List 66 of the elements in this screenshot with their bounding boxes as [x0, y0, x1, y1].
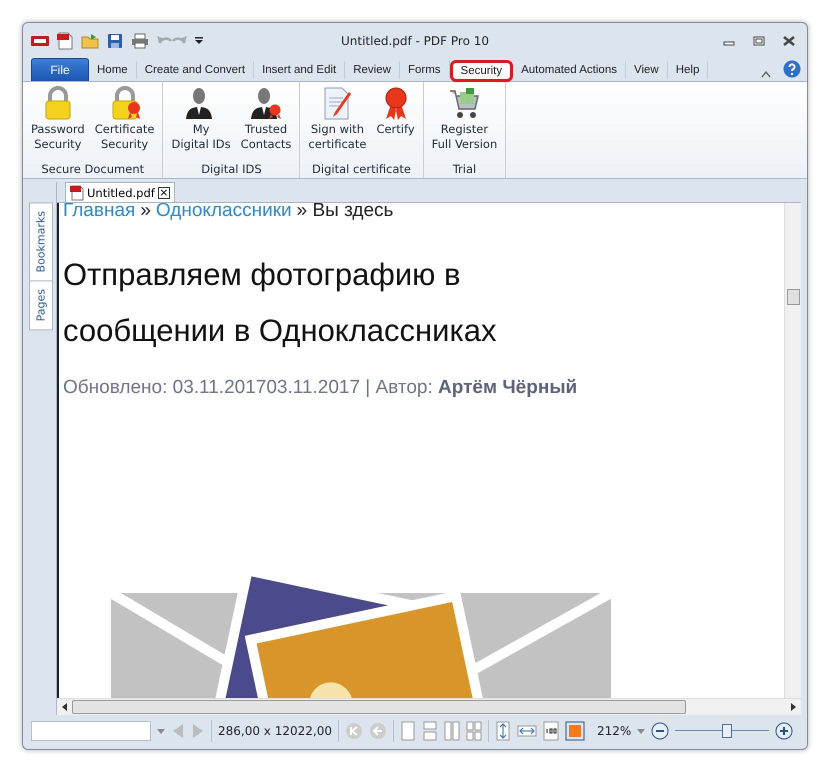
- article-meta: Обновлено: 03.11.201703.11.2017 | Автор: Артём Чёрный: [63, 377, 578, 399]
- ribbon-tab[interactable]: Security: [450, 60, 514, 82]
- save-icon[interactable]: [107, 32, 123, 48]
- ribbon-tab[interactable]: Help: [668, 61, 708, 79]
- vertical-scrollbar[interactable]: [784, 203, 801, 698]
- zoom-out-icon[interactable]: [651, 722, 670, 740]
- single-page-icon[interactable]: [400, 721, 416, 741]
- document-tab[interactable]: Untitled.pdf ×: [65, 182, 175, 202]
- breadcrumb-text: » Вы здесь: [296, 203, 394, 221]
- zoom-slider[interactable]: [675, 721, 770, 741]
- collapse-ribbon-icon[interactable]: [761, 70, 771, 78]
- customize-caret-icon[interactable]: [195, 36, 203, 44]
- dropdown-caret-icon[interactable]: [157, 728, 165, 734]
- ribbon-tab[interactable]: Review: [345, 61, 400, 79]
- document-tab-label: Untitled.pdf: [87, 186, 155, 200]
- page-dimensions: 286,00 x 12022,00: [218, 724, 332, 738]
- ribbon-group-label: Digital IDS: [201, 162, 262, 176]
- side-panel-tab[interactable]: Bookmarks: [29, 202, 53, 282]
- document-icon[interactable]: [57, 32, 73, 50]
- folder-icon[interactable]: [81, 32, 99, 48]
- printer-icon[interactable]: [131, 32, 149, 48]
- scroll-right-icon[interactable]: [791, 703, 796, 711]
- page-number-field[interactable]: [31, 721, 151, 741]
- app-logo-icon[interactable]: [31, 36, 49, 46]
- ribbon-tab[interactable]: Automated Actions: [513, 61, 626, 79]
- fit-height-icon[interactable]: [494, 721, 511, 741]
- fit-page-icon[interactable]: [564, 721, 585, 741]
- file-tab[interactable]: File: [31, 58, 89, 81]
- ribbon-button[interactable]: Register Full Version: [430, 86, 500, 162]
- fit-width-icon[interactable]: [516, 724, 537, 738]
- window-title: Untitled.pdf - PDF Pro 10: [340, 34, 489, 48]
- pdf-file-icon: [70, 184, 84, 200]
- grid-pages-icon[interactable]: [466, 721, 482, 741]
- zoom-caret-icon[interactable]: [637, 728, 646, 734]
- side-panel-tab[interactable]: Pages: [29, 280, 53, 331]
- help-icon[interactable]: [783, 60, 801, 78]
- continuous-page-icon[interactable]: [422, 721, 438, 741]
- ribbon-button[interactable]: Certificate Security: [92, 86, 156, 162]
- ribbon-tab[interactable]: Home: [89, 61, 137, 79]
- person-seal-icon: [250, 86, 282, 120]
- ribbon-button[interactable]: Certify: [374, 86, 417, 162]
- ribbon-button[interactable]: Trusted Contacts: [238, 86, 294, 162]
- article-heading: Отправляем фотографию в сообщении в Одноклассниках: [63, 256, 498, 350]
- ribbon-button[interactable]: My Digital IDs: [169, 86, 233, 162]
- ribbon-tab[interactable]: View: [626, 61, 668, 79]
- restore-icon[interactable]: [753, 36, 765, 46]
- ribbon-tab[interactable]: Create and Convert: [136, 61, 254, 79]
- shopping-cart-icon: [448, 86, 480, 120]
- zoom-slider-thumb[interactable]: [722, 724, 732, 738]
- actual-size-icon[interactable]: [542, 721, 559, 741]
- ribbon-button[interactable]: Sign with certificate: [306, 86, 368, 162]
- zoom-percentage[interactable]: 212%: [596, 724, 632, 738]
- ribbon-tab[interactable]: Insert and Edit: [254, 61, 346, 79]
- close-icon[interactable]: [783, 36, 795, 46]
- ribbon-button[interactable]: Password Security: [29, 86, 87, 162]
- breadcrumb-link[interactable]: Одноклассники: [156, 203, 292, 221]
- breadcrumb-link[interactable]: Главная: [63, 203, 136, 221]
- ribbon-group-label: Digital certificate: [312, 162, 412, 176]
- scroll-left-icon[interactable]: [62, 703, 67, 711]
- ribbon-group-label: Trial: [452, 162, 476, 176]
- close-tab-button[interactable]: ×: [158, 186, 170, 198]
- horizontal-scrollbar[interactable]: [57, 698, 801, 715]
- zoom-in-icon[interactable]: [775, 722, 794, 740]
- breadcrumb-text: »: [140, 203, 151, 221]
- two-page-icon[interactable]: [444, 721, 460, 741]
- ribbon-group-label: Secure Document: [41, 162, 144, 176]
